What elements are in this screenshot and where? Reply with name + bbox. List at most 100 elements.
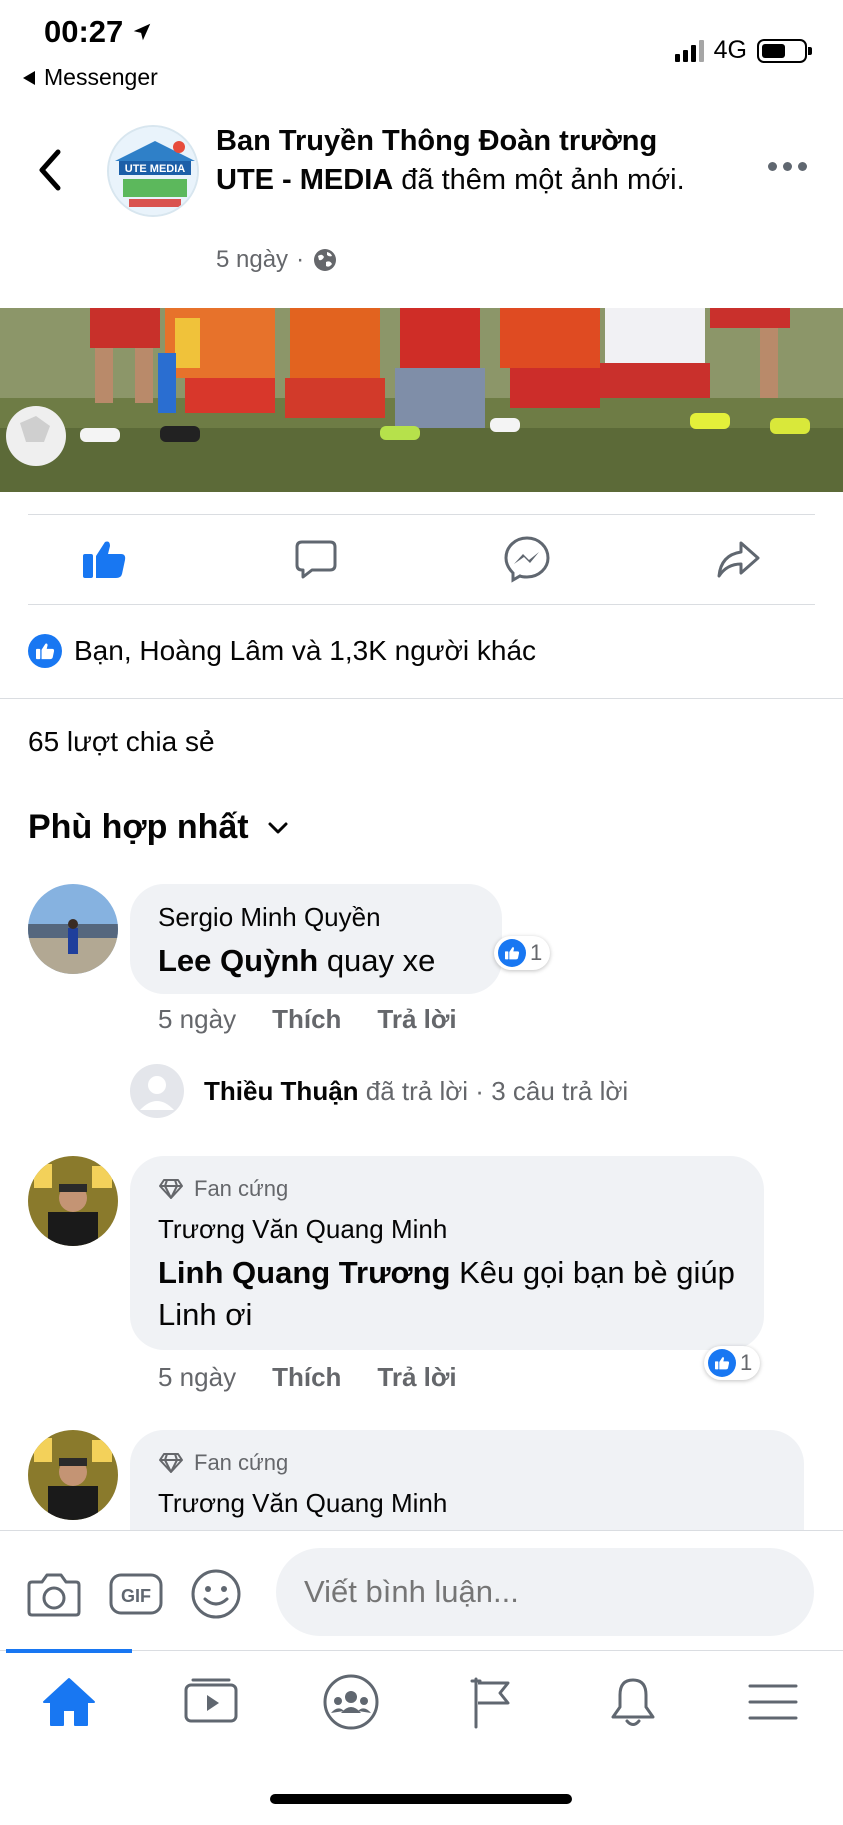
avatar-image bbox=[28, 1156, 118, 1246]
badge-label: Fan cứng bbox=[194, 1450, 289, 1475]
location-arrow-icon bbox=[134, 23, 151, 41]
comment-reaction-count[interactable]: 1 bbox=[704, 1346, 761, 1380]
tab-groups[interactable] bbox=[316, 1672, 386, 1732]
comment-meta: 5 ngày Thích Trả lời bbox=[158, 1362, 457, 1393]
avatar[interactable] bbox=[28, 884, 118, 974]
comment-text: Linh Quang Trương Kêu gọi bạn bè giúp Li… bbox=[158, 1252, 738, 1336]
back-triangle-icon bbox=[23, 70, 35, 85]
like-icon bbox=[83, 541, 126, 578]
post-meta: 5 ngày · bbox=[216, 246, 338, 274]
avatar-placeholder bbox=[130, 1064, 184, 1118]
home-icon bbox=[43, 1678, 95, 1726]
active-tab-indicator bbox=[6, 1649, 132, 1653]
back-to-messenger[interactable]: Messenger bbox=[22, 64, 158, 91]
camera-button[interactable] bbox=[26, 1566, 82, 1622]
diamond-icon bbox=[159, 1179, 183, 1199]
comment-button[interactable] bbox=[286, 534, 346, 584]
composer-divider bbox=[0, 1530, 843, 1531]
reactions-summary[interactable]: Bạn, Hoàng Lâm và 1,3K người khác bbox=[28, 634, 536, 668]
comment-reply-button[interactable]: Trả lời bbox=[377, 1004, 456, 1035]
comment-like-button[interactable]: Thích bbox=[272, 1004, 341, 1035]
top-fan-badge: Fan cứng bbox=[158, 1450, 288, 1476]
comment-author[interactable]: Trương Văn Quang Minh bbox=[158, 1214, 447, 1245]
comment-bubble[interactable]: Fan cứng Trương Văn Quang Minh bbox=[130, 1430, 804, 1530]
more-icon[interactable] bbox=[768, 162, 807, 171]
globe-icon bbox=[314, 249, 337, 271]
back-app-label: Messenger bbox=[44, 64, 158, 90]
comment-clip: Fan cứng Trương Văn Quang Minh bbox=[0, 1420, 843, 1530]
like-reaction-icon bbox=[28, 634, 62, 668]
share-button[interactable] bbox=[708, 534, 768, 584]
back-button[interactable] bbox=[30, 146, 70, 194]
avatar-image bbox=[28, 1430, 118, 1520]
divider bbox=[28, 514, 815, 515]
tab-menu[interactable] bbox=[738, 1672, 808, 1732]
comment-reaction-count[interactable]: 1 bbox=[494, 936, 551, 970]
home-indicator bbox=[270, 1794, 572, 1804]
gif-button[interactable]: GIF bbox=[108, 1566, 164, 1622]
sort-label: Phù hợp nhất bbox=[28, 808, 249, 846]
tab-watch[interactable] bbox=[176, 1672, 246, 1732]
page-logo: UTE MEDIA bbox=[109, 127, 197, 215]
comment-meta: 5 ngày Thích Trả lời bbox=[158, 1004, 457, 1035]
status-indicators: 4G bbox=[674, 36, 812, 65]
comment-author[interactable]: Sergio Minh Quyền bbox=[158, 902, 381, 933]
avatar[interactable] bbox=[28, 1156, 118, 1246]
comment-sort-dropdown[interactable]: Phù hợp nhất bbox=[28, 808, 289, 847]
like-button[interactable] bbox=[74, 534, 134, 584]
comment-like-button[interactable]: Thích bbox=[272, 1362, 341, 1393]
post-title: Ban Truyền Thông Đoàn trường UTE - MEDIA… bbox=[216, 122, 716, 200]
comment-icon bbox=[295, 540, 337, 579]
comment-bubble[interactable]: Sergio Minh Quyền Lee Quỳnh quay xe bbox=[130, 884, 502, 994]
emoji-button[interactable] bbox=[188, 1566, 244, 1622]
groups-icon bbox=[323, 1674, 379, 1730]
post-action-text: đã thêm một ảnh mới. bbox=[393, 164, 685, 196]
avatar-image bbox=[28, 884, 118, 974]
top-fan-badge: Fan cứng bbox=[158, 1176, 288, 1202]
tab-notifications[interactable] bbox=[598, 1672, 668, 1732]
page-avatar[interactable]: UTE MEDIA bbox=[107, 125, 199, 217]
mention-link[interactable]: Linh Quang Trương bbox=[158, 1255, 450, 1290]
reaction-count: 1 bbox=[530, 940, 543, 965]
divider bbox=[28, 604, 815, 605]
svg-text:UTE MEDIA: UTE MEDIA bbox=[125, 163, 186, 175]
send-button[interactable] bbox=[497, 534, 557, 584]
watch-icon bbox=[184, 1678, 238, 1723]
reply-author: Thiều Thuận bbox=[204, 1075, 359, 1106]
avatar[interactable] bbox=[28, 1430, 118, 1520]
camera-icon bbox=[27, 1573, 81, 1617]
like-reaction-icon bbox=[498, 939, 526, 967]
emoji-icon bbox=[191, 1569, 241, 1619]
diamond-icon bbox=[159, 1453, 183, 1473]
bell-icon bbox=[611, 1678, 655, 1726]
comment-text: Lee Quỳnh quay xe bbox=[158, 940, 435, 982]
reaction-count: 1 bbox=[740, 1350, 753, 1375]
comment-reply-button[interactable]: Trả lời bbox=[377, 1362, 456, 1393]
reply-summary-text: Thiều Thuận đã trả lời · 3 câu trả lời bbox=[204, 1075, 629, 1106]
comment-bubble[interactable]: Fan cứng Trương Văn Quang Minh Linh Quan… bbox=[130, 1156, 764, 1350]
chevron-down-icon bbox=[268, 822, 288, 833]
comment-time: 5 ngày bbox=[158, 1004, 237, 1034]
flag-icon bbox=[470, 1677, 510, 1729]
post-time[interactable]: 5 ngày bbox=[216, 246, 288, 274]
signal-icon bbox=[674, 39, 704, 62]
svg-text:GIF: GIF bbox=[121, 1586, 151, 1606]
mention-link[interactable]: Lee Quỳnh bbox=[158, 943, 318, 978]
menu-icon bbox=[748, 1684, 798, 1720]
post-photo[interactable] bbox=[0, 308, 843, 492]
tab-home[interactable] bbox=[34, 1672, 104, 1732]
battery-icon bbox=[757, 38, 812, 63]
like-reaction-icon bbox=[708, 1349, 736, 1377]
shares-count[interactable]: 65 lượt chia sẻ bbox=[28, 726, 215, 758]
tab-pages[interactable] bbox=[458, 1672, 528, 1732]
messenger-icon bbox=[504, 536, 550, 583]
comment-time: 5 ngày bbox=[158, 1362, 237, 1392]
share-icon bbox=[717, 541, 760, 578]
replies-summary[interactable]: Thiều Thuận đã trả lời · 3 câu trả lời bbox=[130, 1064, 628, 1118]
section-divider bbox=[0, 698, 843, 699]
comment-author[interactable]: Trương Văn Quang Minh bbox=[158, 1488, 447, 1519]
status-time: 00:27 bbox=[44, 14, 153, 50]
comment-input[interactable] bbox=[276, 1548, 814, 1636]
status-time-text: 00:27 bbox=[44, 14, 124, 49]
comment-body: quay xe bbox=[318, 943, 436, 978]
